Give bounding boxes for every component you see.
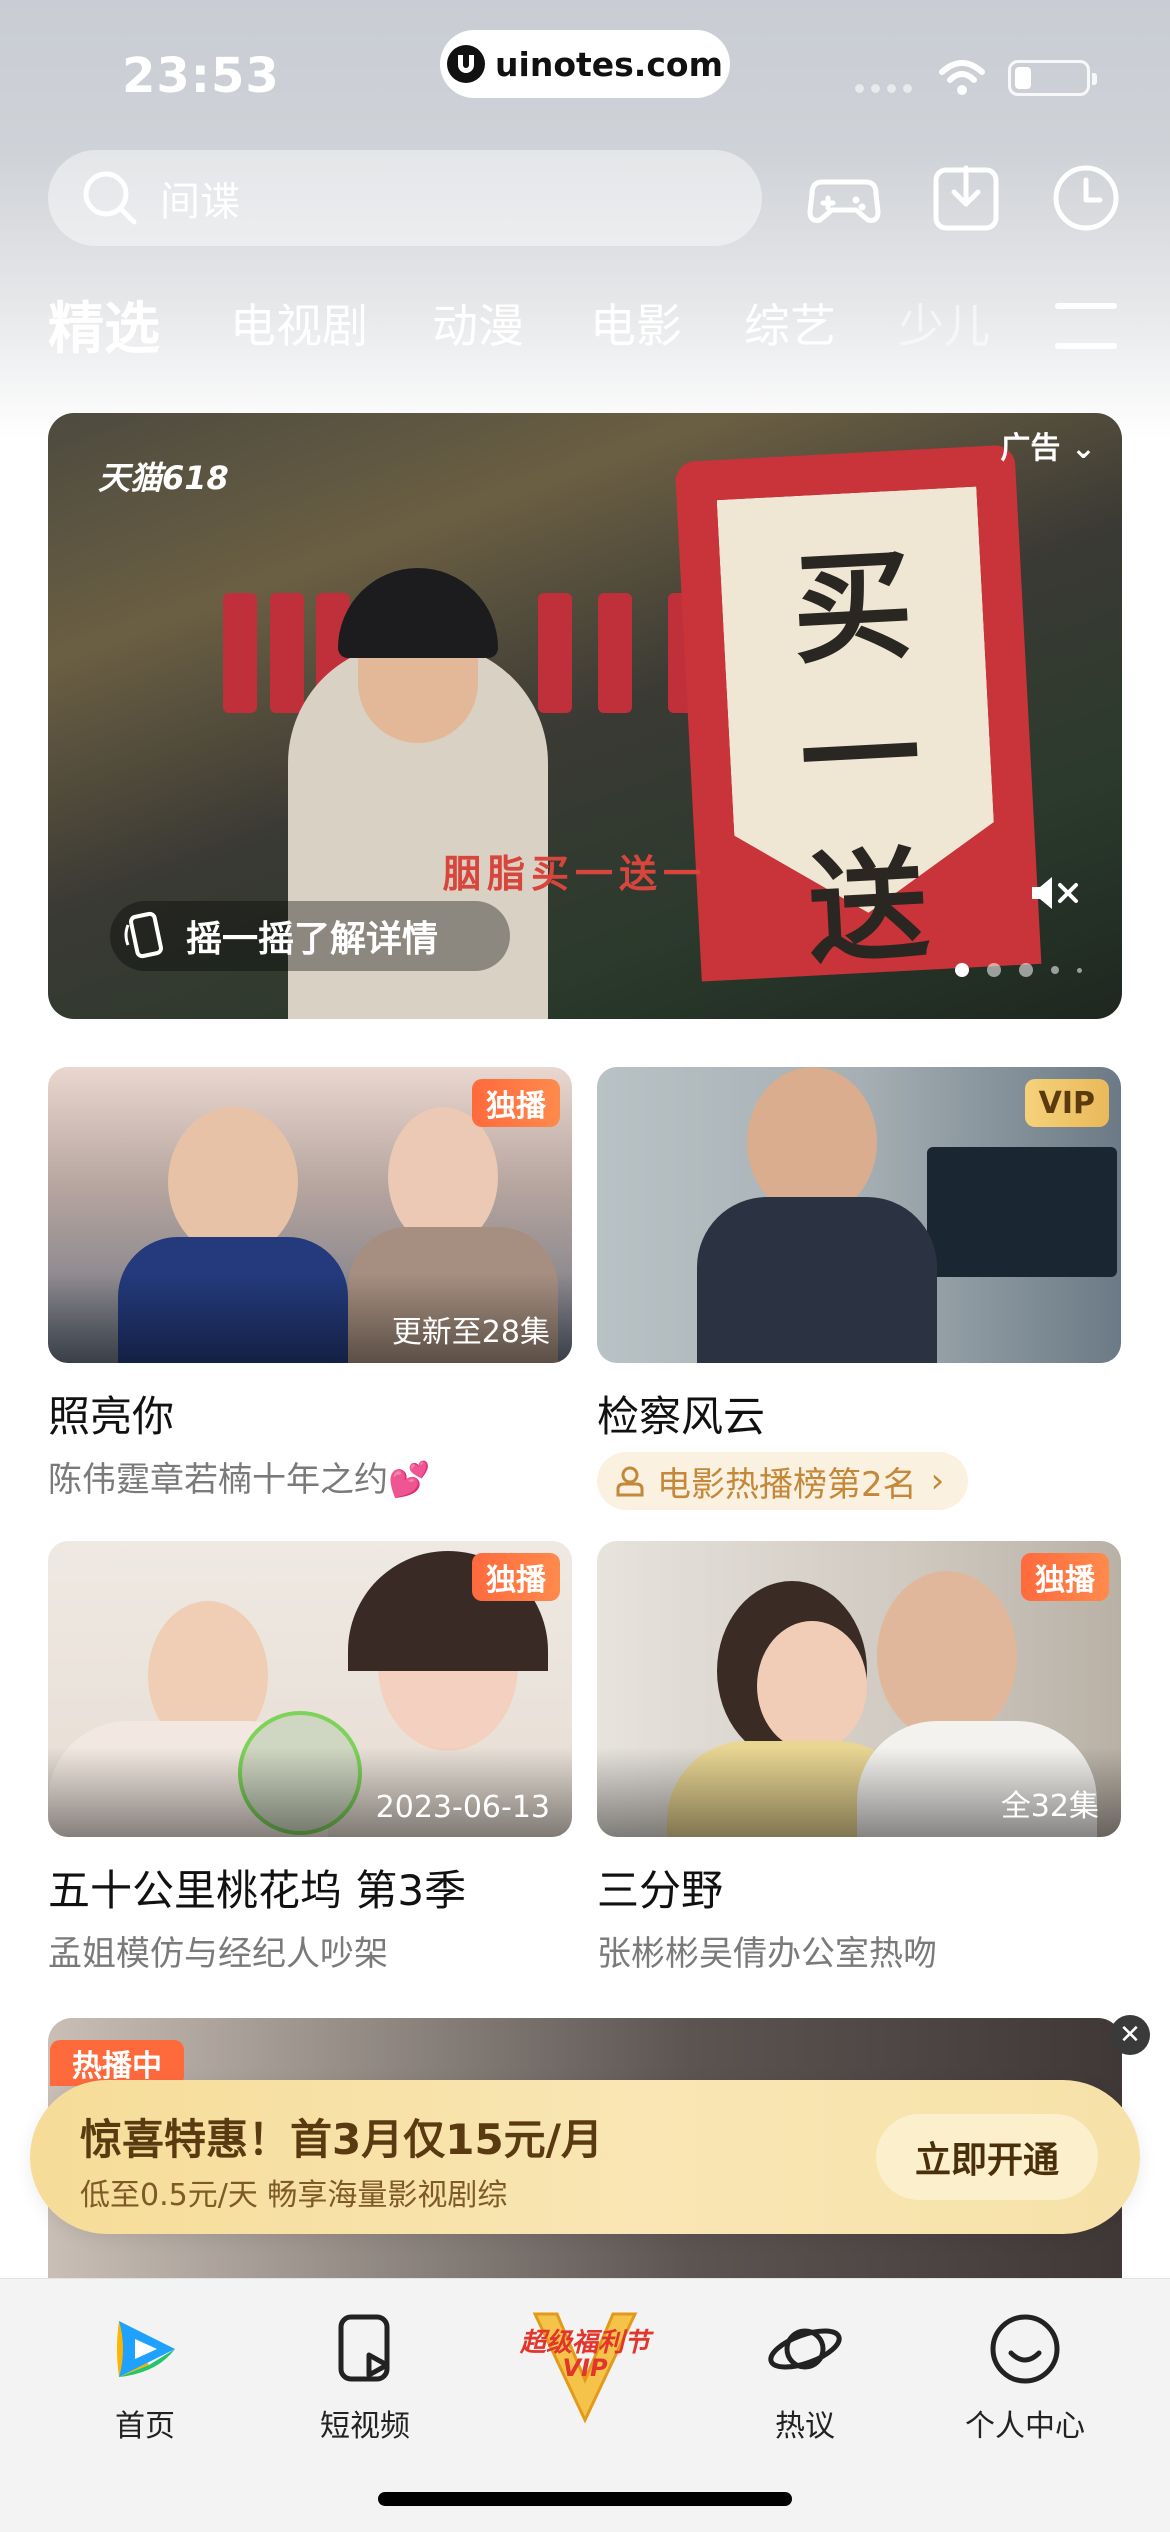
ad-label[interactable]: 广告 ⌄: [1000, 423, 1096, 467]
menu-icon[interactable]: [1055, 303, 1117, 349]
shake-text: 摇一摇了解详情: [186, 919, 439, 960]
card-subtitle: 陈伟霆章若楠十年之约💕: [48, 1460, 431, 1500]
video-thumbnail[interactable]: 独播 更新至28集: [48, 1067, 572, 1363]
download-icon[interactable]: [928, 160, 1004, 236]
card-subtitle: 张彬彬吴倩办公室热吻: [597, 1934, 937, 1974]
tab-label: 热议: [775, 2409, 835, 2444]
search-placeholder: 间谍: [160, 179, 240, 225]
episode-count: 全32集: [1000, 1789, 1099, 1824]
actor-face: [168, 1107, 298, 1257]
card-title: 五十公里桃花坞 第3季: [48, 1866, 467, 1915]
mute-icon[interactable]: [1028, 871, 1082, 915]
tab-movies[interactable]: 电影: [590, 290, 682, 356]
red-sign: 买一送一: [674, 444, 1042, 1019]
category-tabs: 精选 电视剧 动漫 电影 综艺 少儿: [0, 290, 1170, 370]
banner-caption: 胭脂买一送一: [443, 851, 708, 896]
ad-banner[interactable]: 买一送一 天猫618 广告 ⌄ 胭脂买一送一 摇一摇了解详情: [48, 413, 1122, 1019]
tab-featured[interactable]: 精选: [48, 284, 160, 365]
search-bar[interactable]: 间谍: [48, 150, 762, 246]
phone-shake-icon: [124, 911, 163, 959]
lantern-decor: [270, 593, 304, 713]
actor-face: [388, 1107, 498, 1247]
chevron-right-icon: ›: [930, 1461, 945, 1501]
battery-icon: [1008, 60, 1097, 96]
home-indicator: [378, 2492, 792, 2506]
planet-icon: [768, 2328, 842, 2370]
exclusive-badge: 独播: [1021, 1553, 1109, 1601]
tmall-logo: 天猫618: [98, 459, 229, 497]
vip-badge: VIP: [1024, 1079, 1109, 1127]
tab-variety[interactable]: 综艺: [744, 290, 836, 356]
search-icon: [83, 171, 137, 225]
home-play-icon: [117, 2321, 175, 2377]
tab-label: 首页: [115, 2409, 175, 2444]
video-card[interactable]: 独播 全32集 三分野 张彬彬吴倩办公室热吻: [597, 1541, 1121, 1975]
tab-profile[interactable]: 个人中心: [935, 2309, 1115, 2445]
video-card[interactable]: 独播 更新至28集 照亮你 陈伟霆章若楠十年之约💕: [48, 1067, 572, 1501]
lantern-decor: [538, 593, 572, 713]
actor-face: [757, 1621, 867, 1751]
signal-icon: [855, 84, 912, 93]
gamepad-icon[interactable]: [806, 160, 882, 236]
url-text: uinotes.com: [495, 44, 723, 84]
tab-vip-festival[interactable]: 超级福利节 VIP: [495, 2310, 675, 2430]
card-subtitle: 孟姐模仿与经纪人吵架: [48, 1934, 388, 1974]
actor-face: [747, 1067, 877, 1217]
profile-smile-icon: [990, 2314, 1060, 2384]
vip-text: VIP: [562, 2354, 608, 2382]
rank-label: 电影热播榜第2名: [657, 1464, 917, 1505]
exclusive-badge: 独播: [472, 1553, 560, 1601]
vip-offer-banner[interactable]: 惊喜特惠！首3月仅15元/月 低至0.5元/天 畅享海量影视剧综 立即开通: [30, 2080, 1140, 2234]
offer-subline: 低至0.5元/天 畅享海量影视剧综: [80, 2178, 508, 2213]
card-title: 三分野: [597, 1866, 724, 1915]
video-thumbnail[interactable]: VIP: [597, 1067, 1121, 1363]
url-pill: uinotes.com: [440, 30, 730, 98]
person-icon: [616, 1466, 644, 1497]
tab-home[interactable]: 首页: [55, 2309, 235, 2445]
monitor: [927, 1147, 1117, 1277]
episode-count: 更新至28集: [391, 1315, 550, 1350]
close-icon[interactable]: ✕: [1110, 2015, 1150, 2055]
tab-label: 短视频: [320, 2409, 410, 2444]
tab-label: 个人中心: [965, 2409, 1085, 2444]
video-thumbnail[interactable]: 独播 2023-06-13: [48, 1541, 572, 1837]
shake-hint[interactable]: 摇一摇了解详情: [110, 901, 510, 971]
tab-tv-series[interactable]: 电视剧: [230, 290, 368, 356]
clock: 23:53: [122, 48, 280, 104]
wifi-icon: [939, 60, 985, 95]
short-video-icon: [338, 2314, 390, 2382]
status-bar: 23:53 uinotes.com: [0, 0, 1170, 140]
tab-anime[interactable]: 动漫: [432, 290, 524, 356]
actor-face: [877, 1571, 1017, 1741]
exclusive-badge: 独播: [472, 1079, 560, 1127]
air-date: 2023-06-13: [375, 1790, 550, 1825]
sign-text: 买一送一: [788, 534, 940, 1019]
video-card[interactable]: VIP 检察风云 电影热播榜第2名 ›: [597, 1067, 1121, 1510]
video-card[interactable]: 独播 2023-06-13 五十公里桃花坞 第3季 孟姐模仿与经纪人吵架: [48, 1541, 572, 1975]
carousel-dots: [955, 963, 1082, 977]
tab-discussion[interactable]: 热议: [715, 2309, 895, 2445]
card-title: 照亮你: [48, 1392, 175, 1441]
tab-short-video[interactable]: 短视频: [275, 2309, 455, 2445]
subscribe-button[interactable]: 立即开通: [876, 2114, 1098, 2200]
tab-kids[interactable]: 少儿: [898, 290, 990, 356]
rank-chip[interactable]: 电影热播榜第2名 ›: [597, 1452, 969, 1510]
jacket: [697, 1197, 937, 1363]
uinotes-logo-icon: [447, 45, 486, 83]
card-title: 检察风云: [597, 1392, 766, 1441]
video-thumbnail[interactable]: 独播 全32集: [597, 1541, 1121, 1837]
lantern-decor: [223, 593, 257, 713]
history-clock-icon[interactable]: [1048, 160, 1124, 236]
lantern-decor: [598, 593, 632, 713]
offer-headline: 惊喜特惠！首3月仅15元/月: [80, 2115, 604, 2164]
actor-hat: [338, 568, 498, 658]
